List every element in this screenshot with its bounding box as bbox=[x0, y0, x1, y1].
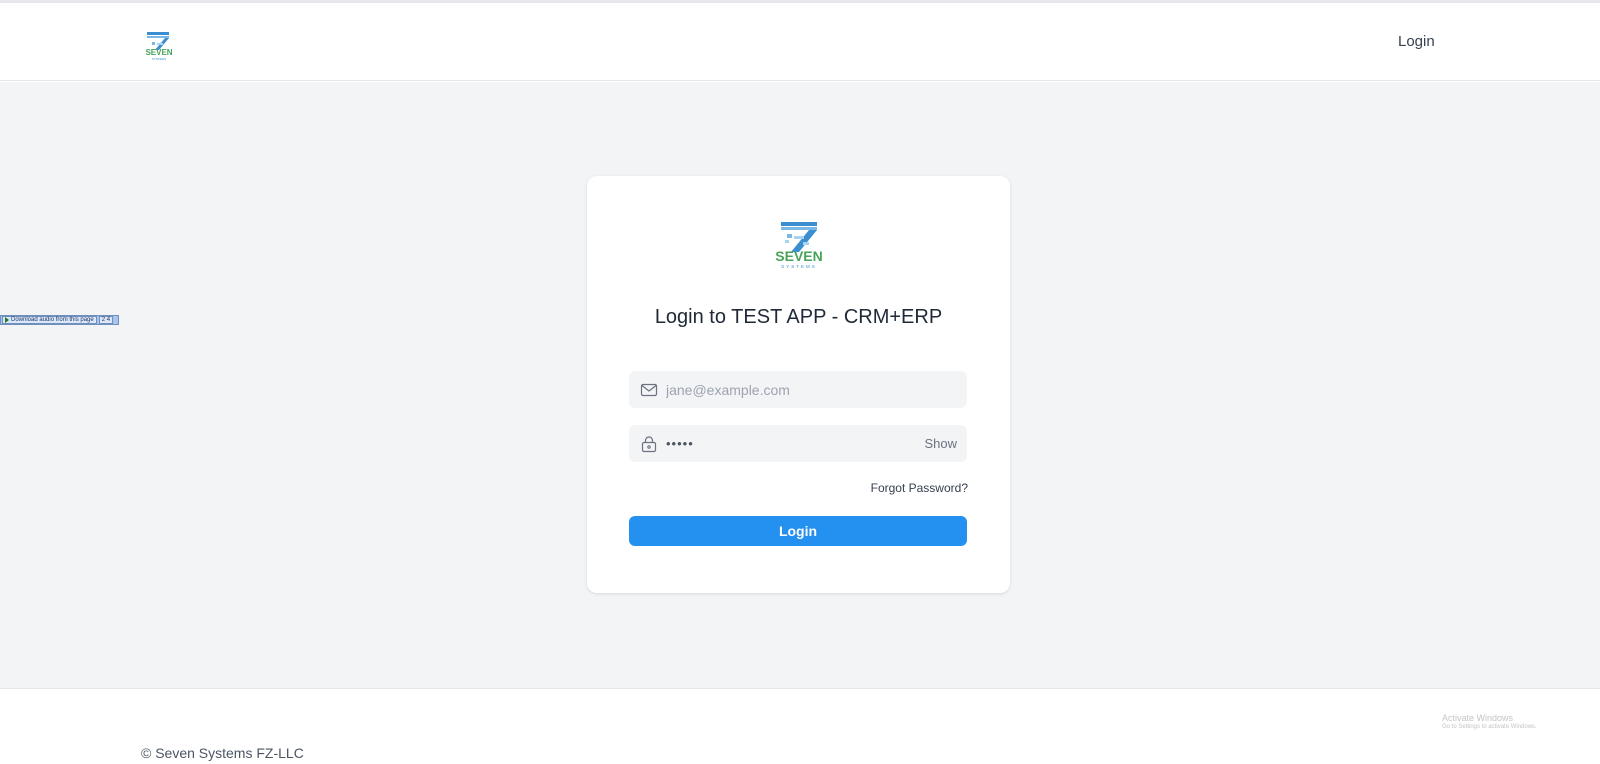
header-logo[interactable]: SEVEN SYSTEMS bbox=[141, 29, 177, 61]
activate-windows-subtitle: Go to Settings to activate Windows. bbox=[1442, 724, 1537, 730]
show-password-toggle[interactable]: Show bbox=[924, 425, 957, 462]
login-card: SEVEN SYSTEMS Login to TEST APP - CRM+ER… bbox=[587, 176, 1010, 593]
download-audio-label: Download audio from this page bbox=[11, 317, 94, 323]
email-field-wrapper bbox=[629, 371, 967, 408]
play-icon bbox=[5, 317, 9, 323]
audio-options-button[interactable]: 2 4 bbox=[98, 316, 114, 324]
activate-windows-watermark: Activate Windows Go to Settings to activ… bbox=[1442, 713, 1537, 730]
email-input[interactable] bbox=[666, 371, 906, 408]
password-input[interactable]: ••••• bbox=[666, 425, 694, 462]
page-title: Login to TEST APP - CRM+ERP bbox=[654, 306, 943, 328]
copyright-text: © Seven Systems FZ-LLC bbox=[141, 745, 304, 761]
login-button[interactable]: Login bbox=[629, 516, 967, 546]
audio-options-label: 2 4 bbox=[101, 317, 111, 323]
seven-systems-logo-icon: SEVEN SYSTEMS bbox=[775, 222, 823, 269]
card-logo: SEVEN SYSTEMS bbox=[769, 220, 829, 270]
lock-icon bbox=[640, 435, 658, 453]
download-audio-button[interactable]: Download audio from this page bbox=[2, 316, 97, 324]
svg-text:SEVEN: SEVEN bbox=[145, 48, 172, 57]
mail-icon bbox=[640, 381, 658, 399]
seven-systems-logo-icon: SEVEN SYSTEMS bbox=[145, 32, 173, 61]
header-login-link[interactable]: Login bbox=[1398, 33, 1435, 50]
forgot-password-link[interactable]: Forgot Password? bbox=[871, 481, 968, 495]
site-header: SEVEN SYSTEMS Login bbox=[0, 3, 1600, 81]
password-field-wrapper: ••••• Show bbox=[629, 425, 967, 462]
svg-text:SEVEN: SEVEN bbox=[775, 248, 822, 264]
svg-text:SYSTEMS: SYSTEMS bbox=[781, 264, 817, 269]
svg-text:SYSTEMS: SYSTEMS bbox=[152, 57, 166, 61]
audio-download-toolbar: Download audio from this page 2 4 bbox=[0, 315, 119, 325]
activate-windows-title: Activate Windows bbox=[1442, 713, 1514, 723]
site-footer: Activate Windows Go to Settings to activ… bbox=[0, 688, 1600, 764]
